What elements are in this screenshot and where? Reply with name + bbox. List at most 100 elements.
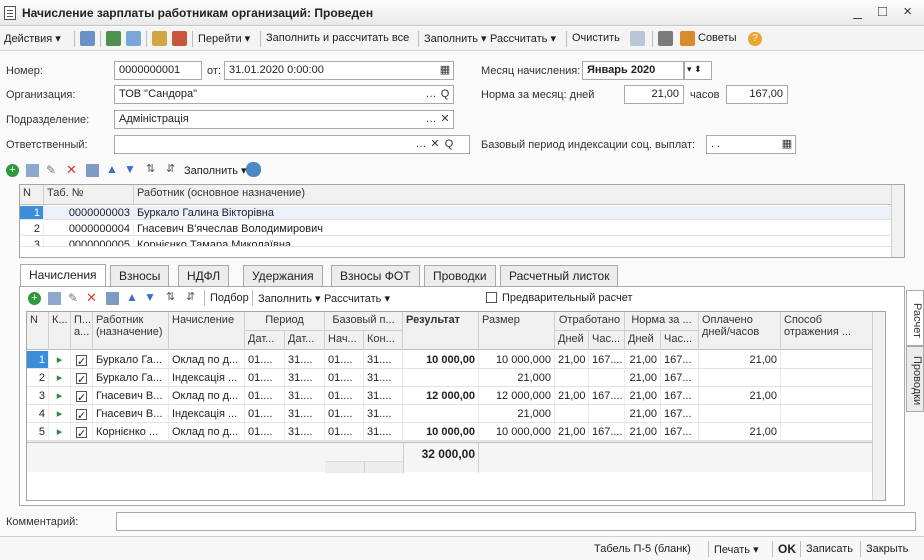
tab-ndfl[interactable]: НДФЛ xyxy=(178,265,230,286)
tips-button[interactable]: Советы xyxy=(698,32,736,44)
col-p[interactable]: П... а... xyxy=(71,312,93,349)
col-norm-days[interactable]: Дней xyxy=(625,331,661,350)
add-icon[interactable]: + xyxy=(28,292,41,305)
col-period-from[interactable]: Дат... xyxy=(245,331,285,350)
col-worked-days[interactable]: Дней xyxy=(555,331,589,350)
month-field[interactable]: Январь 2020 xyxy=(582,61,684,80)
table-row[interactable]: 1 0000000003 Буркало Галина Вікторівна xyxy=(20,206,892,220)
date-field[interactable]: 31.01.2020 0:00:00 xyxy=(224,61,454,80)
refresh-icon[interactable] xyxy=(106,31,121,46)
help-icon[interactable]: ? xyxy=(748,32,762,46)
row-checkbox[interactable] xyxy=(76,371,87,386)
col-norm-hours[interactable]: Час... xyxy=(661,331,699,350)
table-row[interactable]: 2 0000000004 Гнасевич В'ячеслав Володими… xyxy=(20,222,892,236)
window-controls[interactable]: _ □ × xyxy=(854,3,919,20)
end-edit-icon[interactable] xyxy=(86,164,99,177)
col-n[interactable]: N xyxy=(27,312,49,349)
preliminary-checkbox[interactable] xyxy=(486,292,497,303)
side-tab-postings[interactable]: Проводки xyxy=(906,346,924,412)
table-row[interactable]: 3▸Гнасевич В...Оклад по д...01....31....… xyxy=(27,387,873,405)
col-paid[interactable]: Оплачено дней/часов xyxy=(699,312,781,349)
col-employee[interactable]: Работник (основное назначение) xyxy=(134,185,892,204)
col-base-period[interactable]: Базовый п... xyxy=(325,312,403,331)
col-worked-hours[interactable]: Час... xyxy=(589,331,625,350)
unpost-icon[interactable] xyxy=(172,31,187,46)
open-icon[interactable]: Q xyxy=(442,137,456,152)
col-method[interactable]: Способ отражения ... xyxy=(781,312,873,349)
col-result[interactable]: Результат xyxy=(403,312,479,349)
table-row[interactable]: 4▸Гнасевич В...Індексація ...01....31...… xyxy=(27,405,873,423)
upper-fill-menu[interactable]: Заполнить ▾ xyxy=(184,164,247,177)
number-field[interactable]: 0000000001 xyxy=(114,61,202,80)
col-period-to[interactable]: Дат... xyxy=(285,331,325,350)
org-field[interactable]: ТОВ "Сандора" xyxy=(114,85,454,104)
col-base-from[interactable]: Нач... xyxy=(325,331,364,350)
col-tab-number[interactable]: Таб. № xyxy=(44,185,134,204)
table-row[interactable]: 2▸Буркало Га...Індексація ...01....31...… xyxy=(27,369,873,387)
sort-desc-icon[interactable]: ⇵ xyxy=(166,162,175,175)
sort-desc-icon[interactable]: ⇵ xyxy=(186,290,195,303)
edit-icon[interactable]: ✎ xyxy=(46,163,56,177)
col-worked[interactable]: Отработано xyxy=(555,312,625,331)
side-tab-calculation[interactable]: Расчет xyxy=(906,290,924,346)
accruals-scrollbar[interactable] xyxy=(872,312,885,500)
structure-icon[interactable] xyxy=(658,31,673,46)
selection-button[interactable]: Подбор xyxy=(210,292,249,304)
month-selector-buttons[interactable]: ▾ ⬍ xyxy=(684,61,712,80)
fill-menu[interactable]: Заполнить ▾ xyxy=(424,32,487,45)
row-checkbox[interactable] xyxy=(76,407,87,422)
norm-days-field[interactable]: 21,00 xyxy=(624,85,684,104)
comment-field[interactable] xyxy=(116,512,916,531)
clear-icon[interactable]: ✕ xyxy=(438,112,452,127)
table-row[interactable]: 1▸Буркало Га...Оклад по д...01....31....… xyxy=(27,351,873,369)
select-ellipsis-icon[interactable]: … xyxy=(424,112,438,127)
sort-asc-icon[interactable]: ⇅ xyxy=(146,162,155,175)
col-accrual[interactable]: Начисление xyxy=(169,312,245,349)
row-checkbox[interactable] xyxy=(76,425,87,440)
lower-calc-menu[interactable]: Рассчитать ▾ xyxy=(324,292,390,305)
tab-payroll-contributions[interactable]: Взносы ФОТ xyxy=(331,265,420,286)
col-worker[interactable]: Работник (назначение) xyxy=(93,312,169,349)
save-button[interactable]: Записать xyxy=(806,543,853,555)
col-base-to[interactable]: Кон... xyxy=(364,331,403,350)
move-up-icon[interactable]: ▲ xyxy=(126,290,138,304)
dept-field[interactable]: Адміністрація xyxy=(114,110,454,129)
edit-icon[interactable]: ✎ xyxy=(68,291,78,305)
post-and-close-icon[interactable] xyxy=(80,31,95,46)
clear-button[interactable]: Очистить xyxy=(572,32,620,44)
norm-hours-field[interactable]: 167,00 xyxy=(726,85,788,104)
move-down-icon[interactable]: ▼ xyxy=(124,162,136,176)
fill-calc-all-button[interactable]: Заполнить и рассчитать все xyxy=(266,32,409,44)
end-edit-icon[interactable] xyxy=(106,292,119,305)
sort-asc-icon[interactable]: ⇅ xyxy=(166,290,175,303)
select-ellipsis-icon[interactable]: … xyxy=(414,137,428,152)
tab-accruals[interactable]: Начисления xyxy=(20,264,106,287)
col-norm[interactable]: Норма за ... xyxy=(625,312,699,331)
row-checkbox[interactable] xyxy=(76,353,87,368)
ok-button[interactable]: OK xyxy=(778,542,796,556)
print-menu[interactable]: Печать ▾ xyxy=(714,543,759,556)
copy-row-icon[interactable] xyxy=(26,164,39,177)
move-up-icon[interactable]: ▲ xyxy=(106,162,118,176)
employees-icon[interactable] xyxy=(246,162,261,177)
clear-icon[interactable]: ✕ xyxy=(428,137,442,152)
calc-menu[interactable]: Рассчитать ▾ xyxy=(490,32,556,45)
tab-postings[interactable]: Проводки xyxy=(424,265,496,286)
actions-menu[interactable]: Действия ▾ xyxy=(4,32,61,45)
add-icon[interactable]: + xyxy=(6,164,19,177)
col-size[interactable]: Размер xyxy=(479,312,555,349)
close-button[interactable]: Закрыть xyxy=(866,543,908,555)
post-icon[interactable] xyxy=(152,31,167,46)
lower-fill-menu[interactable]: Заполнить ▾ xyxy=(258,292,321,305)
select-ellipsis-icon[interactable]: … xyxy=(424,87,438,102)
calendar-icon[interactable]: ▦ xyxy=(438,63,452,78)
copy-row-icon[interactable] xyxy=(48,292,61,305)
tab-payslip[interactable]: Расчетный листок xyxy=(500,265,619,286)
delete-icon[interactable]: ✕ xyxy=(86,290,97,306)
col-k[interactable]: К... xyxy=(49,312,71,349)
col-n[interactable]: N xyxy=(20,185,44,204)
table-row[interactable]: 3 0000000005 Корнієнко Тамара Миколаївна xyxy=(20,238,892,247)
col-period[interactable]: Период xyxy=(245,312,325,331)
calendar-icon[interactable]: ▦ xyxy=(780,137,794,152)
table-row[interactable]: 5▸Корнієнко ...Оклад по д...01....31....… xyxy=(27,423,873,441)
